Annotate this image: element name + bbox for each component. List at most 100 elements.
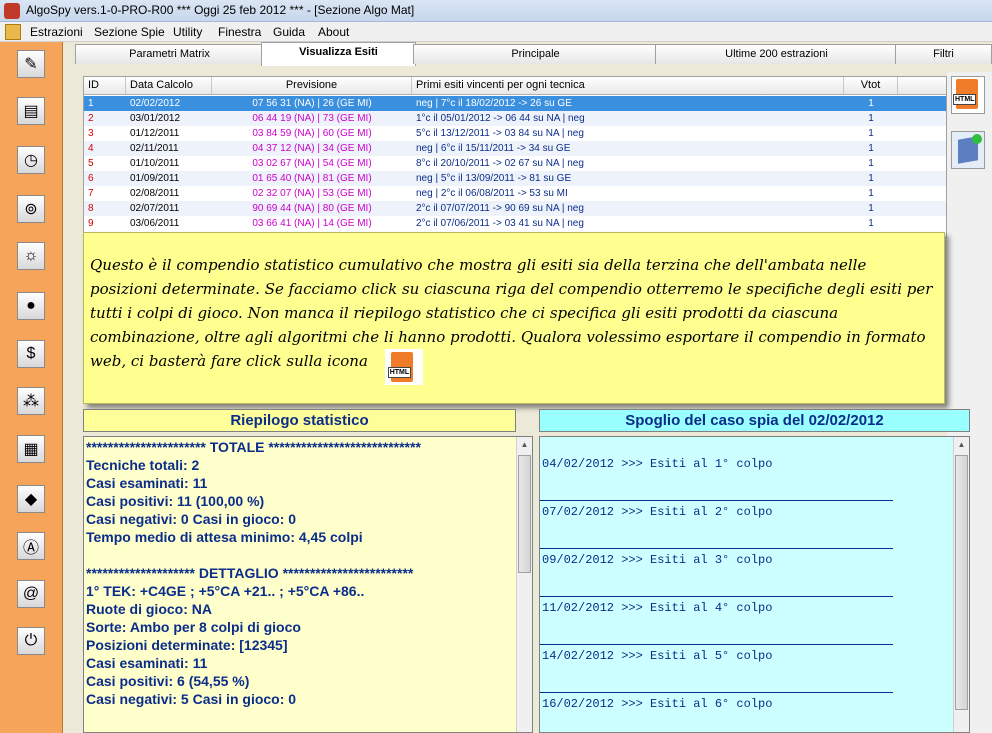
cell-vtot: 1 <box>868 128 874 139</box>
cell-vtot: 1 <box>868 143 874 154</box>
riepilogo-line: Casi esaminati: 11 <box>86 655 208 671</box>
riepilogo-line: Casi negativi: 0 Casi in gioco: 0 <box>86 511 297 527</box>
table-row[interactable]: 4 02/11/2011 04 37 12 (NA) | 34 (GE MI) neg… <box>84 141 946 156</box>
grid-header: ID Data Calcolo Previsione Primi esiti v… <box>84 77 946 95</box>
spoglio-panel[interactable]: 04/02/2012 >>> Esiti al 1° colpo 07/02/20… <box>539 436 970 733</box>
html-icon-label: HTML <box>953 94 977 105</box>
cell-id: 5 <box>88 158 94 169</box>
calendar-icon[interactable]: ▦ <box>17 435 45 463</box>
cell-esiti: 2°c il 07/07/2011 -> 90 69 su NA | neg <box>416 203 584 214</box>
riepilogo-line: Casi esaminati: 11 <box>86 475 208 491</box>
table-row[interactable]: 8 02/07/2011 90 69 44 (NA) | 80 (GE MI) 2°c… <box>84 201 946 216</box>
letter-a-icon[interactable]: Ⓐ <box>17 532 45 560</box>
left-toolbar: ✎ ▤ ◷ ⊚ ☼ ● $ ⁂ ▦ ◆ Ⓐ @ ⏻ <box>0 42 63 733</box>
shape-icon[interactable]: ◆ <box>17 485 45 513</box>
cell-prev: 02 32 07 (NA) | 53 (GE MI) <box>252 188 372 199</box>
spoglio-line: 07/02/2012 >>> Esiti al 2° colpo <box>542 505 773 519</box>
pencil-icon[interactable]: ✎ <box>17 50 45 78</box>
address-book-icon[interactable]: @ <box>17 580 45 608</box>
export-html-button[interactable]: HTML <box>951 76 985 114</box>
riepilogo-line: Casi negativi: 5 Casi in gioco: 0 <box>86 691 297 707</box>
table-row[interactable]: 9 03/06/2011 03 66 41 (NA) | 14 (GE MI) 2°c… <box>84 216 946 231</box>
col-header-previsione[interactable]: Previsione <box>212 77 412 94</box>
menu-about[interactable]: About <box>318 25 349 39</box>
clock-icon[interactable]: ◷ <box>17 146 45 174</box>
cell-id: 4 <box>88 143 94 154</box>
col-header-id[interactable]: ID <box>84 77 126 94</box>
cell-data: 01/09/2011 <box>130 173 180 184</box>
esiti-grid[interactable]: ID Data Calcolo Previsione Primi esiti v… <box>83 76 947 238</box>
window-title: AlgoSpy vers.1-0-PRO-R00 *** Oggi 25 feb… <box>26 3 415 17</box>
cell-esiti: 1°c il 05/01/2012 -> 06 44 su NA | neg <box>416 113 585 124</box>
cell-data: 02/08/2011 <box>130 188 180 199</box>
cell-id: 2 <box>88 113 94 124</box>
riepilogo-line: 1° TEK: +C4GE ; +5°CA +21.. ; +5°CA +86.… <box>86 583 365 599</box>
cell-id: 7 <box>88 188 94 199</box>
cell-prev: 90 69 44 (NA) | 80 (GE MI) <box>252 203 372 214</box>
tab-filtri[interactable]: Filtri <box>895 44 992 64</box>
cell-data: 01/10/2011 <box>130 158 180 169</box>
cell-vtot: 1 <box>868 188 874 199</box>
note-html-icon: HTML <box>384 349 423 385</box>
separator-line <box>540 548 893 549</box>
network-icon[interactable]: ⁂ <box>17 387 45 415</box>
riepilogo-line: Casi positivi: 11 (100,00 %) <box>86 493 265 509</box>
riepilogo-line: Casi positivi: 6 (54,55 %) <box>86 673 250 689</box>
lottery-balls-icon[interactable]: ● <box>17 292 45 320</box>
binoculars-icon[interactable]: ⊚ <box>17 195 45 223</box>
menu-utility[interactable]: Utility <box>173 25 202 39</box>
col-header-data-calcolo[interactable]: Data Calcolo <box>126 77 212 94</box>
riepilogo-line: ******************** DETTAGLIO *********… <box>86 565 414 581</box>
plus-icon <box>972 134 982 144</box>
menu-finestra[interactable]: Finestra <box>218 25 261 39</box>
cell-id: 3 <box>88 128 94 139</box>
tab-visualizza-esiti[interactable]: Visualizza Esiti <box>261 42 416 66</box>
riepilogo-line: Posizioni determinate: [12345] <box>86 637 288 653</box>
cell-id: 1 <box>88 98 94 109</box>
cell-data: 02/02/2012 <box>130 98 181 109</box>
export-data-button[interactable] <box>951 131 985 169</box>
riepilogo-panel[interactable]: ********************** TOTALE **********… <box>83 436 533 733</box>
tab-ultime-200-estrazioni[interactable]: Ultime 200 estrazioni <box>655 44 898 64</box>
table-row[interactable]: 2 03/01/2012 06 44 19 (NA) | 73 (GE MI) 1°c… <box>84 111 946 126</box>
col-header-vtot[interactable]: Vtot <box>844 77 898 94</box>
spoglio-line: 09/02/2012 >>> Esiti al 3° colpo <box>542 553 773 567</box>
table-row[interactable]: 1 02/02/2012 07 56 31 (NA) | 26 (GE MI) neg… <box>84 96 946 111</box>
mdi-child-icon[interactable] <box>5 24 21 40</box>
riepilogo-scrollbar[interactable]: ▲ <box>516 437 532 732</box>
riepilogo-line: Ruote di gioco: NA <box>86 601 212 617</box>
tab-parametri-matrix[interactable]: Parametri Matrix <box>75 44 264 64</box>
table-row[interactable]: 6 01/09/2011 01 65 40 (NA) | 81 (GE MI) neg… <box>84 171 946 186</box>
cell-esiti: 8°c il 20/10/2011 -> 02 67 su NA | neg <box>416 158 584 169</box>
table-row[interactable]: 7 02/08/2011 02 32 07 (NA) | 53 (GE MI) neg… <box>84 186 946 201</box>
menu-estrazioni[interactable]: Estrazioni <box>30 25 83 39</box>
cell-esiti: 5°c il 13/12/2011 -> 03 84 su NA | neg <box>416 128 584 139</box>
book-icon[interactable]: ▤ <box>17 97 45 125</box>
menu-sezione-spie[interactable]: Sezione Spie <box>94 25 165 39</box>
cell-prev: 03 02 67 (NA) | 54 (GE MI) <box>252 158 372 169</box>
scroll-thumb[interactable] <box>955 455 968 710</box>
table-row[interactable]: 3 01/12/2011 03 84 59 (NA) | 60 (GE MI) 5°c… <box>84 126 946 141</box>
power-icon[interactable]: ⏻ <box>17 627 45 655</box>
cell-vtot: 1 <box>868 173 874 184</box>
spoglio-scrollbar[interactable]: ▲ <box>953 437 969 732</box>
scroll-up-icon[interactable]: ▲ <box>517 437 532 453</box>
cell-vtot: 1 <box>868 203 874 214</box>
cell-prev: 07 56 31 (NA) | 26 (GE MI) <box>252 98 372 109</box>
cell-prev: 01 65 40 (NA) | 81 (GE MI) <box>252 173 372 184</box>
title-bar: AlgoSpy vers.1-0-PRO-R00 *** Oggi 25 feb… <box>0 0 992 22</box>
table-row[interactable]: 5 01/10/2011 03 02 67 (NA) | 54 (GE MI) 8°c… <box>84 156 946 171</box>
cell-prev: 04 37 12 (NA) | 34 (GE MI) <box>252 143 372 154</box>
cell-esiti: neg | 2°c il 06/08/2011 -> 53 su MI <box>416 188 568 199</box>
lightbulb-icon[interactable]: ☼ <box>17 242 45 270</box>
col-header-esiti[interactable]: Primi esiti vincenti per ogni tecnica <box>412 77 844 94</box>
tab-strip: Parametri Matrix Visualizza Esiti Princi… <box>75 42 992 66</box>
riepilogo-line: Tempo medio di attesa minimo: 4,45 colpi <box>86 529 363 545</box>
scroll-up-icon[interactable]: ▲ <box>954 437 969 453</box>
spoglio-line: 14/02/2012 >>> Esiti al 5° colpo <box>542 649 773 663</box>
dollar-icon[interactable]: $ <box>17 340 45 368</box>
scroll-thumb[interactable] <box>518 455 531 573</box>
cell-id: 8 <box>88 203 94 214</box>
menu-guida[interactable]: Guida <box>273 25 305 39</box>
tab-principale[interactable]: Principale <box>413 44 658 64</box>
